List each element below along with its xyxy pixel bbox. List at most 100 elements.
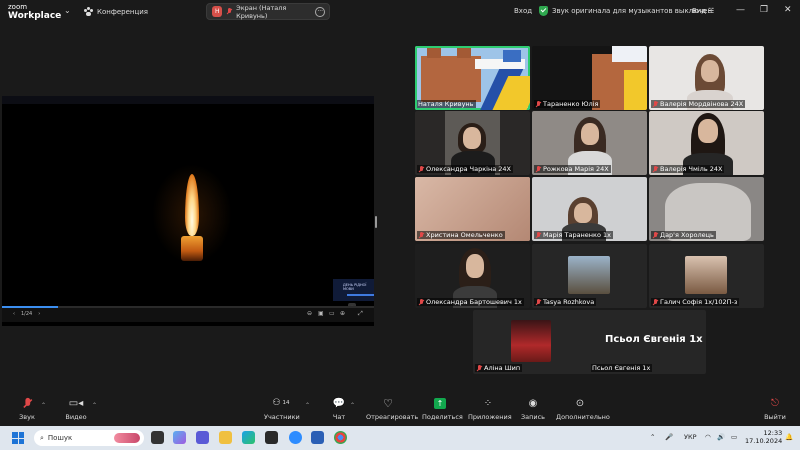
participant-name: Наталя Кривунь bbox=[417, 100, 476, 108]
more-dots-icon: ⊙ bbox=[575, 397, 585, 409]
share-button[interactable]: ↑ Поделиться bbox=[422, 394, 463, 421]
face bbox=[698, 119, 718, 143]
taskbar-clock[interactable]: 12:33 17.10.2024 bbox=[745, 429, 782, 445]
meeting-info-button[interactable]: Конференция bbox=[84, 7, 148, 16]
keyboard-language[interactable]: УКР bbox=[684, 433, 697, 441]
audio-button[interactable]: Звук bbox=[16, 394, 38, 421]
record-icon: ◉ bbox=[528, 397, 538, 409]
participant-tile[interactable]: Марія Тараненко 1х bbox=[532, 177, 647, 241]
participant-tile[interactable]: Дар'я Хоролець bbox=[649, 177, 764, 241]
chrome-icon[interactable] bbox=[334, 431, 347, 444]
participant-name: Аліна Шип bbox=[475, 364, 523, 372]
featured-participant-name: Псьол Євгенія 1х bbox=[605, 334, 703, 345]
participant-tile[interactable]: Олександра Чаркіна 24Х bbox=[415, 111, 530, 175]
mic-muted-icon bbox=[418, 165, 424, 173]
zoom-app-icon[interactable] bbox=[289, 431, 302, 444]
panel-splitter[interactable] bbox=[375, 216, 377, 228]
leave-button[interactable]: ⎋ Выйти bbox=[763, 394, 787, 422]
participant-tile[interactable]: Валерія Чміль 24Х bbox=[649, 111, 764, 175]
copilot-icon[interactable] bbox=[173, 431, 186, 444]
tray-chevron-icon[interactable]: ⌃ bbox=[650, 433, 655, 441]
face bbox=[581, 123, 599, 145]
video-button[interactable]: ▭◂ Видео bbox=[64, 394, 88, 422]
people-icon: ⚇ bbox=[272, 398, 281, 408]
apps-button[interactable]: ⁘ Приложения bbox=[468, 394, 512, 422]
windows-start-icon[interactable] bbox=[12, 432, 24, 444]
shared-screen-header bbox=[2, 96, 374, 104]
react-button[interactable]: ♡ Отреагировать bbox=[366, 394, 418, 422]
face bbox=[466, 254, 484, 278]
signin-link[interactable]: Вход bbox=[514, 7, 532, 15]
battery-icon[interactable]: ▭ bbox=[731, 433, 737, 441]
file-explorer-icon[interactable] bbox=[219, 431, 232, 444]
brand-line2: Workplace bbox=[8, 11, 62, 21]
teams-icon[interactable] bbox=[196, 431, 209, 444]
zoom-logo: zoom Workplace bbox=[8, 3, 62, 21]
profile-picture bbox=[568, 256, 610, 294]
participants-button[interactable]: ⚇ 14 Участники bbox=[264, 394, 300, 421]
participant-name: Галич Софія 1х/102П-з bbox=[651, 298, 740, 306]
mic-muted-icon bbox=[652, 100, 658, 108]
share-status-pill[interactable]: Н Экран (Наталя Кривунь) ··· bbox=[206, 3, 330, 20]
paw-icon bbox=[84, 7, 93, 16]
slide-thumbnail[interactable]: ДЕНЬ РІДНОЇ МОВИ bbox=[333, 279, 374, 301]
video-label: Видео bbox=[65, 413, 87, 421]
mic-muted-icon bbox=[535, 100, 541, 108]
slide-controls: ‹ 1/24 › ⊖ ▣ ▭ ⊕ ⤢ bbox=[2, 308, 374, 322]
audio-options-caret-icon[interactable]: ⌃ bbox=[41, 402, 46, 409]
zoom-out-icon[interactable]: ⊖ bbox=[307, 310, 312, 317]
notifications-icon[interactable]: 🔔 bbox=[785, 433, 793, 441]
minimize-icon[interactable]: — bbox=[736, 5, 745, 15]
more-label: Дополнительно bbox=[556, 413, 610, 421]
edge-icon[interactable] bbox=[242, 431, 255, 444]
close-icon[interactable]: ✕ bbox=[784, 5, 792, 15]
tray-mic-icon[interactable]: 🎤 bbox=[665, 433, 673, 441]
participant-tile[interactable]: Галич Софія 1х/102П-з bbox=[649, 244, 764, 308]
audio-notice[interactable]: Звук оригинала для музыкантов выключен bbox=[552, 7, 712, 15]
participant-name: Олександра Чаркіна 24Х bbox=[417, 165, 513, 173]
zoom-in-icon[interactable]: ⊕ bbox=[340, 310, 345, 317]
view-button[interactable]: Вид bbox=[692, 7, 706, 15]
prev-slide-icon[interactable]: ‹ bbox=[13, 311, 15, 317]
mic-muted-icon bbox=[535, 231, 541, 239]
clock-date: 17.10.2024 bbox=[745, 437, 783, 445]
restore-icon[interactable]: ❐ bbox=[760, 5, 768, 15]
more-button[interactable]: ⊙ Дополнительно bbox=[556, 394, 610, 422]
participants-caret-icon[interactable]: ⌃ bbox=[305, 402, 310, 409]
participants-label: Участники bbox=[264, 413, 300, 421]
search-highlight-icon bbox=[114, 433, 140, 443]
view-grid-icon[interactable]: ☷ bbox=[708, 7, 714, 15]
wifi-icon[interactable]: ◠ bbox=[705, 433, 711, 441]
slide-thumbnail-text: ДЕНЬ РІДНОЇ МОВИ bbox=[343, 283, 367, 291]
fullscreen-icon[interactable]: ⤢ bbox=[358, 310, 363, 318]
video-options-caret-icon[interactable]: ⌃ bbox=[92, 402, 97, 409]
meeting-toolbar: Звук ⌃ ▭◂ Видео ⌃ ⚇ 14 Участники ⌃ 💬 Чат … bbox=[0, 394, 800, 426]
next-slide-icon[interactable]: › bbox=[38, 311, 40, 317]
word-icon[interactable] bbox=[311, 431, 324, 444]
clock-time: 12:33 bbox=[763, 429, 783, 437]
chat-button[interactable]: 💬 Чат bbox=[330, 394, 348, 422]
task-view-icon[interactable] bbox=[151, 431, 164, 444]
participant-name: Дар'я Хоролець bbox=[651, 231, 716, 239]
fit-icon[interactable]: ▣ bbox=[318, 310, 324, 317]
participant-tile[interactable]: Тараненко Юлія bbox=[532, 46, 647, 110]
participant-tile[interactable]: Олександра Бартошевич 1х bbox=[415, 244, 530, 308]
record-label: Запись bbox=[520, 413, 546, 421]
windows-taskbar: ⌕ Пошук ⌃ 🎤 УКР ◠ 🔊 ▭ 12:33 17.10.2024 🔔 bbox=[0, 426, 800, 450]
crest-image bbox=[503, 50, 521, 62]
participant-tile[interactable]: Валерія Мордвінова 24Х bbox=[649, 46, 764, 110]
store-icon[interactable] bbox=[265, 431, 278, 444]
chevron-down-icon[interactable]: ⌄ bbox=[64, 6, 71, 15]
window-icon[interactable]: ▭ bbox=[329, 310, 335, 317]
more-icon[interactable]: ··· bbox=[315, 6, 326, 17]
participant-tile[interactable]: Наталя Кривунь bbox=[415, 46, 530, 110]
participant-tile[interactable]: Христина Омельченко bbox=[415, 177, 530, 241]
brand-line1: zoom bbox=[8, 3, 28, 11]
participant-tile[interactable]: Рожкова Марія 24Х bbox=[532, 111, 647, 175]
chat-caret-icon[interactable]: ⌃ bbox=[350, 402, 355, 409]
taskbar-search[interactable]: ⌕ Пошук bbox=[34, 430, 144, 446]
participant-tile[interactable]: Tasya Rozhkova bbox=[532, 244, 647, 308]
record-button[interactable]: ◉ Запись bbox=[520, 394, 546, 422]
shared-screen[interactable]: ДЕНЬ РІДНОЇ МОВИ ▪ ‹ 1/24 › ⊖ ▣ ▭ ⊕ ⤢ bbox=[2, 96, 374, 326]
volume-icon[interactable]: 🔊 bbox=[717, 433, 725, 441]
